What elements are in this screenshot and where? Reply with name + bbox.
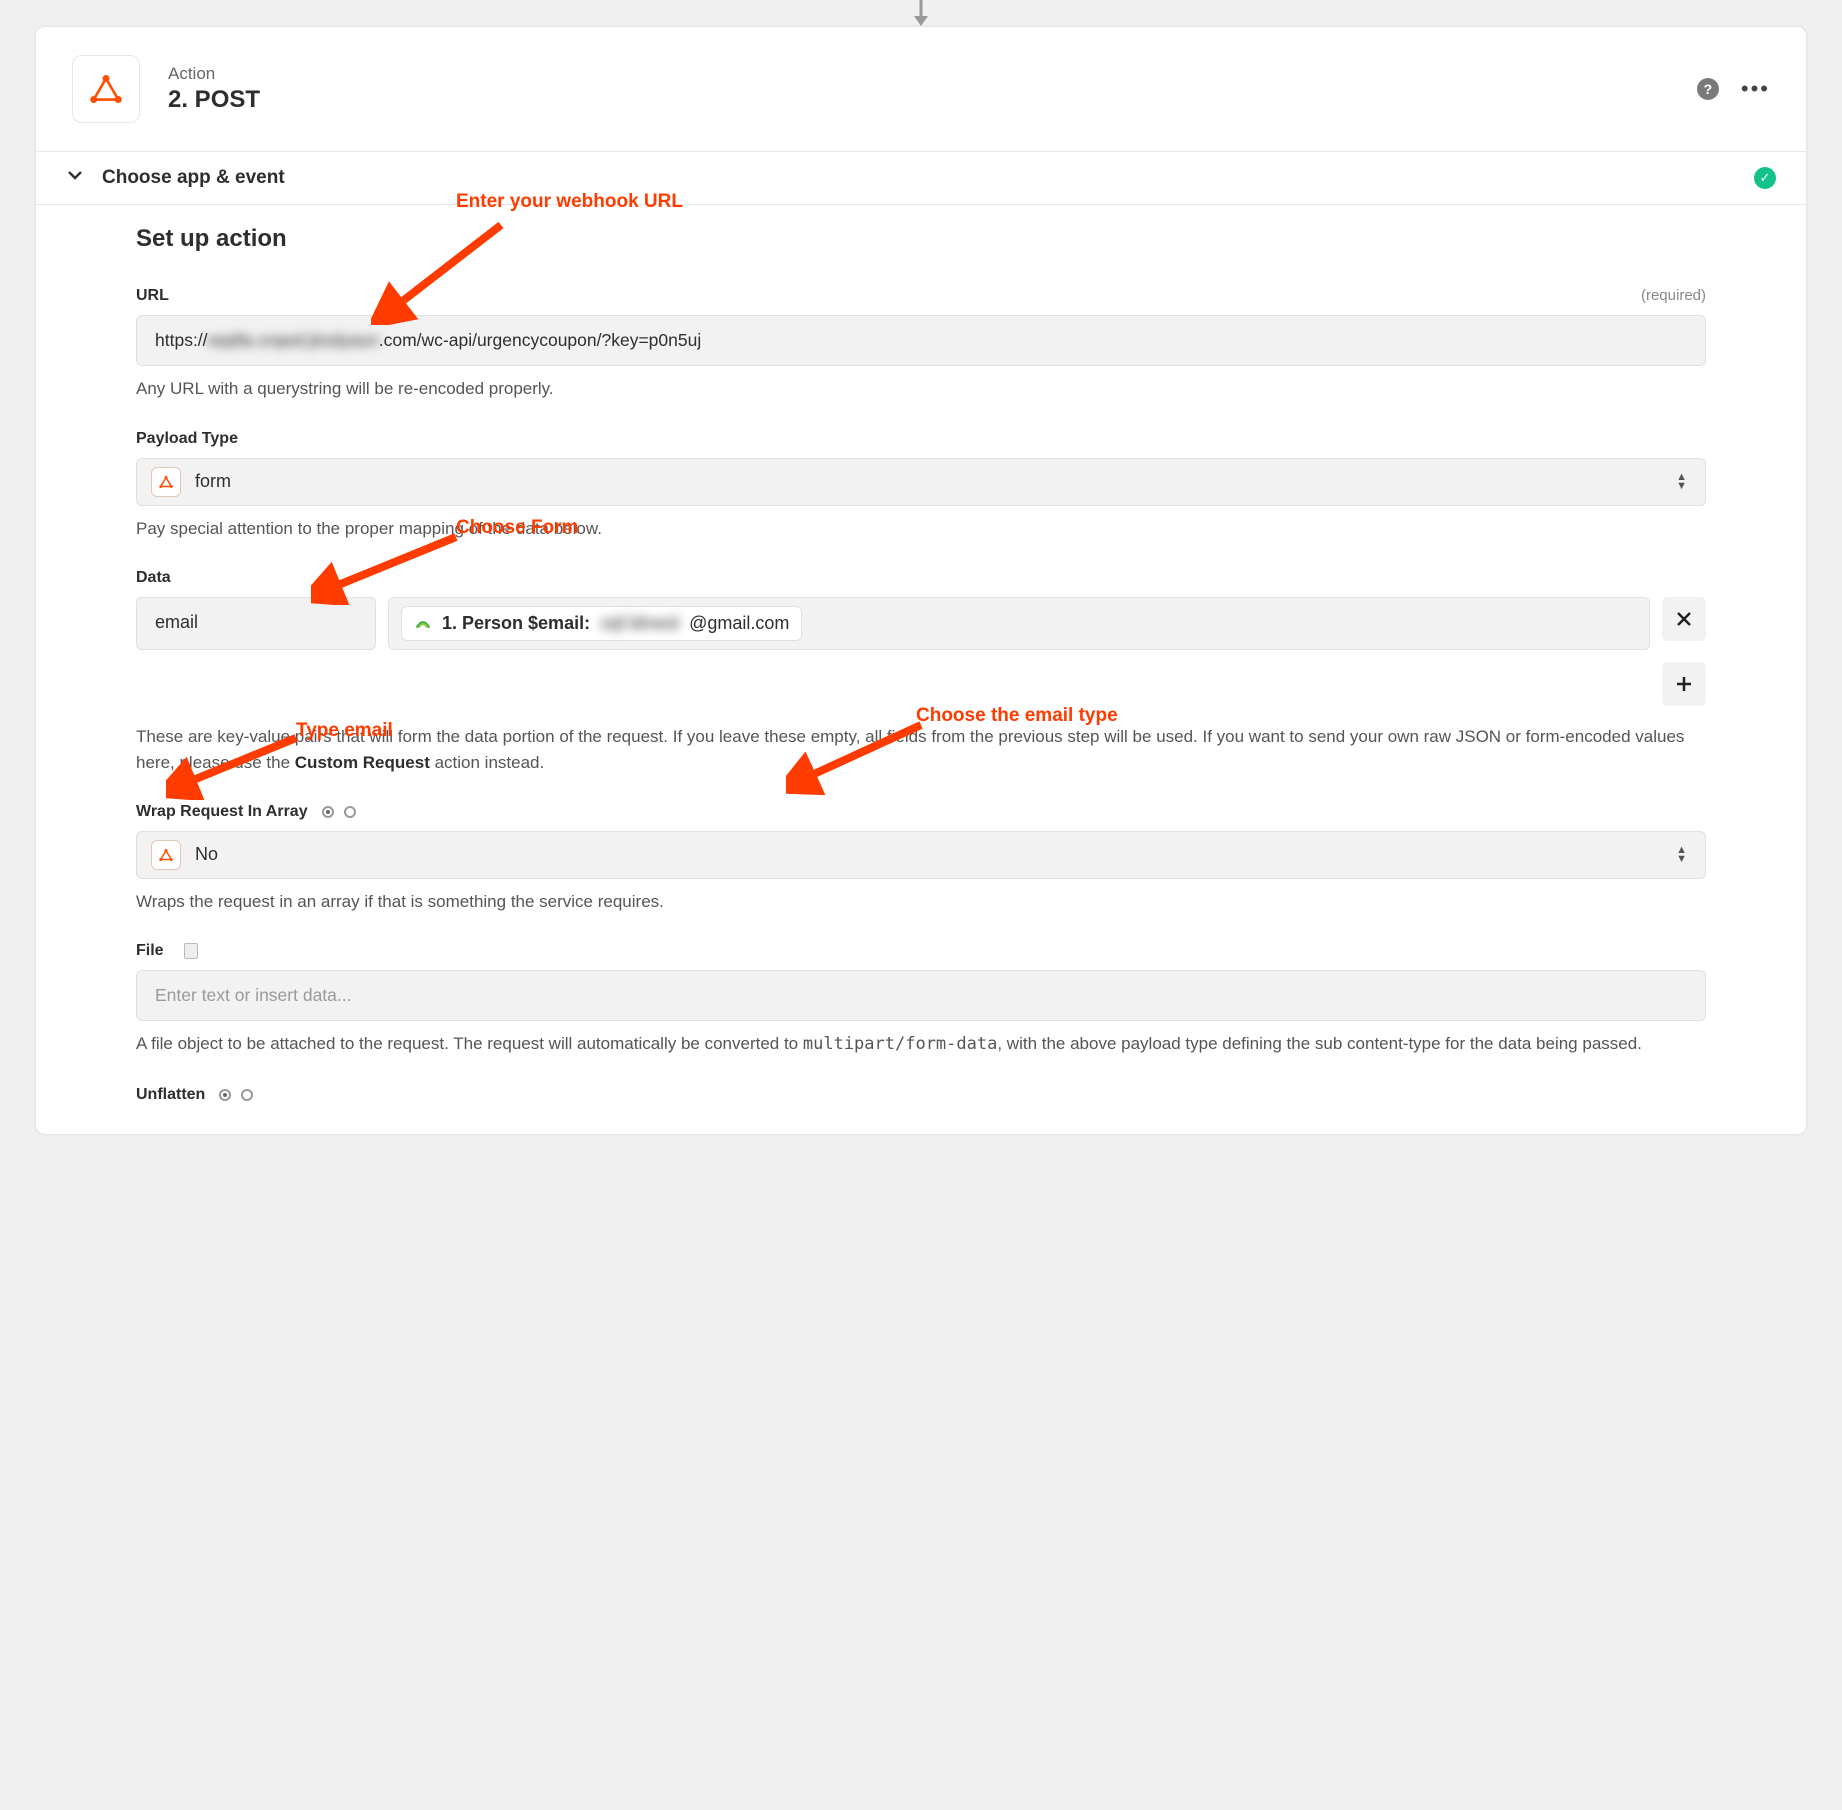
wrap-label: Wrap Request In Array (136, 803, 308, 821)
data-value-input[interactable]: 1. Person $email: xqf.ldnwsl @gmail.com (388, 597, 1650, 650)
chevron-down-icon (66, 166, 84, 190)
wrap-radio-alt[interactable] (344, 806, 356, 818)
setup-action-section: Enter your webhook URL Choose Form Type … (36, 205, 1806, 1134)
url-required: (required) (1641, 287, 1706, 304)
webhook-mini-icon (151, 840, 181, 870)
file-help: A file object to be attached to the requ… (136, 1031, 1706, 1058)
action-label: Action (168, 64, 1669, 84)
url-label: URL (136, 287, 169, 305)
wrap-radio-default[interactable] (322, 806, 334, 818)
url-field: URL (required) https://wqdla.xrqwd.jksdy… (136, 287, 1706, 402)
more-menu-icon[interactable]: ••• (1741, 76, 1770, 102)
add-row-button[interactable] (1662, 662, 1706, 706)
data-desc-2: action instead. (430, 753, 544, 772)
file-help-1: A file object to be attached to the requ… (136, 1034, 803, 1053)
url-input[interactable]: https://wqdla.xrqwd.jksdyaun.com/wc-api/… (136, 315, 1706, 366)
unflatten-field: Unflatten (136, 1086, 1706, 1104)
data-value-pill[interactable]: 1. Person $email: xqf.ldnwsl @gmail.com (401, 606, 802, 641)
check-badge-icon: ✓ (1754, 167, 1776, 189)
unflatten-radio-alt[interactable] (241, 1089, 253, 1101)
help-icon[interactable]: ? (1697, 78, 1719, 100)
data-description: These are key-value pairs that will form… (136, 724, 1706, 777)
url-value-prefix: https:// (155, 330, 208, 350)
select-arrows-icon: ▲▼ (1676, 846, 1687, 864)
payload-type-select[interactable]: form ▲▼ (136, 458, 1706, 506)
file-input[interactable]: Enter text or insert data... (136, 970, 1706, 1021)
file-field: File Enter text or insert data... A file… (136, 942, 1706, 1058)
wrap-value: No (195, 844, 1691, 865)
payload-help: Pay special attention to the proper mapp… (136, 516, 1706, 542)
file-label: File (136, 942, 164, 960)
wrap-field: Wrap Request In Array No ▲▼ Wraps the re… (136, 803, 1706, 915)
file-help-mono: multipart/form-data (803, 1034, 997, 1054)
webhook-mini-icon (151, 467, 181, 497)
setup-action-title: Set up action (136, 225, 1706, 253)
select-arrows-icon: ▲▼ (1676, 473, 1687, 491)
url-help: Any URL with a querystring will be re-en… (136, 376, 1706, 402)
data-field: Data email 1. Person $email: xqf.ldnwsl @… (136, 569, 1706, 777)
data-desc-bold: Custom Request (295, 753, 430, 772)
data-value-blur: xqf.ldnwsl (600, 613, 679, 634)
payload-type-field: Payload Type form ▲▼ Pay special attenti… (136, 430, 1706, 542)
klaviyo-source-icon (414, 615, 432, 633)
connector-arrow (35, 0, 1807, 26)
data-value-suffix: @gmail.com (689, 613, 789, 634)
data-label: Data (136, 569, 171, 587)
file-help-2: , with the above payload type defining t… (997, 1034, 1642, 1053)
unflatten-radio-default[interactable] (219, 1089, 231, 1101)
wrap-select[interactable]: No ▲▼ (136, 831, 1706, 879)
payload-type-label: Payload Type (136, 430, 238, 448)
action-title: 2. POST (168, 86, 1669, 114)
url-value-blur: wqdla.xrqwd.jksdyaun (208, 330, 379, 350)
choose-app-event-section[interactable]: Choose app & event ✓ (36, 152, 1806, 204)
file-icon (184, 943, 198, 959)
webhook-app-icon (72, 55, 140, 123)
unflatten-label: Unflatten (136, 1086, 205, 1104)
card-header: Action 2. POST ? ••• (36, 27, 1806, 151)
choose-app-event-title: Choose app & event (102, 167, 285, 189)
remove-row-button[interactable] (1662, 597, 1706, 641)
data-key-input[interactable]: email (136, 597, 376, 650)
wrap-help: Wraps the request in an array if that is… (136, 889, 1706, 915)
url-value-suffix: .com/wc-api/urgencycoupon/?key=p0n5uj (379, 330, 702, 350)
payload-type-value: form (195, 471, 1691, 492)
action-card: Action 2. POST ? ••• Choose app & event … (35, 26, 1807, 1135)
data-value-prefix: 1. Person $email: (442, 613, 590, 634)
